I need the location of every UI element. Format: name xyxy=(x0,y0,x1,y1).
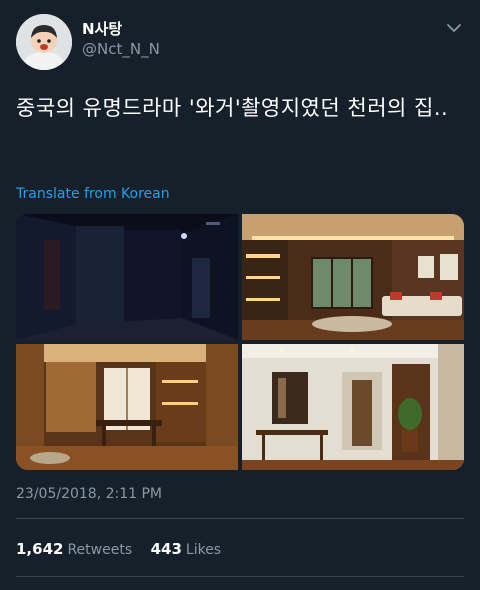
tweet-timestamp[interactable]: 23/05/2018, 2:11 PM xyxy=(16,486,162,502)
retweets-count: 1,642 xyxy=(16,540,64,558)
likes-label: Likes xyxy=(185,542,222,558)
author-handle[interactable]: @Nct_N_N xyxy=(82,40,160,58)
translate-link[interactable]: Translate from Korean xyxy=(16,186,170,202)
photo-hallway[interactable] xyxy=(242,344,464,470)
tweet: N사탕 @Nct_N_N 중국의 유명드라마 '와거'촬영지였던 천러의 집..… xyxy=(0,0,480,590)
media-grid xyxy=(16,214,464,470)
photo-night-alley[interactable] xyxy=(16,214,238,340)
divider xyxy=(16,518,464,519)
photo-study-room[interactable] xyxy=(16,344,238,470)
photo-living-room[interactable] xyxy=(242,214,464,340)
retweets-stat[interactable]: 1,642 Retweets xyxy=(16,540,151,558)
author-name[interactable]: N사탕 xyxy=(82,18,122,39)
chevron-down-icon[interactable] xyxy=(446,20,462,36)
divider xyxy=(16,576,464,577)
likes-count: 443 xyxy=(150,540,182,558)
retweets-label: Retweets xyxy=(67,542,133,558)
avatar[interactable] xyxy=(16,14,72,70)
likes-stat[interactable]: 443 Likes xyxy=(150,540,236,558)
tweet-text: 중국의 유명드라마 '와거'촬영지였던 천러의 집.. xyxy=(16,96,449,120)
tweet-stats: 1,642 Retweets 443 Likes xyxy=(16,540,235,558)
